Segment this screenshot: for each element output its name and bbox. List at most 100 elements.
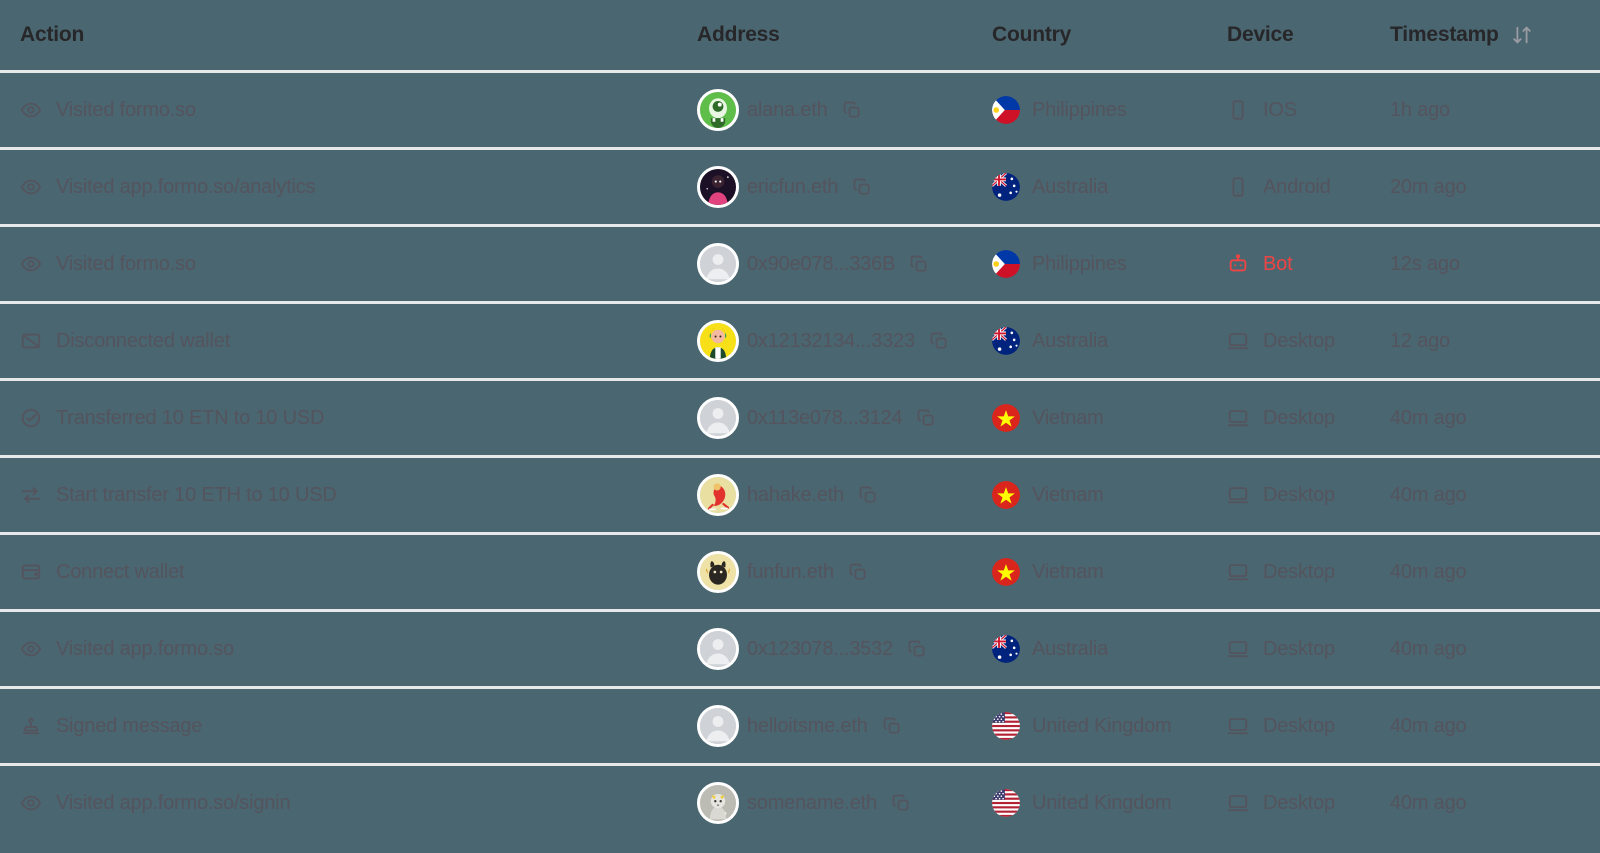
yellow-character-avatar [697,320,739,362]
table-row[interactable]: Visited formo.so alana.eth Philippines IOS 1… [0,70,1600,147]
wallet-icon [20,561,42,583]
device-label: Desktop [1263,483,1335,506]
country-label: Australia [1032,329,1109,352]
table-row[interactable]: Visited app.formo.so 0x123078...3532 Austr… [0,609,1600,686]
device-label: Bot [1263,252,1293,275]
robot-icon [1227,253,1249,275]
smartphone-icon [1227,99,1249,121]
action-label: Visited app.formo.so/analytics [56,175,316,198]
smartphone-icon [1227,176,1249,198]
timestamp-label: 12 ago [1390,329,1450,352]
table-row[interactable]: Visited app.formo.so/signin somename.eth U… [0,763,1600,840]
country-label: Australia [1032,637,1109,660]
table-row[interactable]: Signed message helloitsme.eth United Kingd… [0,686,1600,763]
copy-icon[interactable] [842,100,862,120]
cell-country: Philippines [992,250,1227,278]
column-header-device[interactable]: Device [1227,23,1390,47]
cell-timestamp: 20m ago [1390,176,1600,199]
cell-action: Connect wallet [0,561,697,584]
table-row[interactable]: Visited app.formo.so/analytics ericfun.et… [0,147,1600,224]
country-label: Vietnam [1032,406,1104,429]
copy-icon[interactable] [848,562,868,582]
vietnam-flag-icon [992,404,1020,432]
timestamp-label: 40m ago [1390,406,1467,429]
column-header-country-label: Country [992,23,1072,46]
address-label: hahake.eth [747,483,844,506]
wallet-slash-icon [20,330,42,352]
cell-country: Philippines [992,96,1227,124]
sort-arrows-icon[interactable] [1511,24,1533,46]
monitor-icon [1227,792,1249,814]
device-label: Desktop [1263,714,1335,737]
cell-device: Desktop [1227,407,1390,430]
gray-animal-avatar [697,782,739,824]
cell-timestamp: 40m ago [1390,792,1600,815]
address-label: 0x113e078...3124 [747,406,903,429]
table-row[interactable]: Visited formo.so 0x90e078...336B Philippin… [0,224,1600,301]
cell-device: Desktop [1227,792,1390,815]
timestamp-label: 40m ago [1390,791,1467,814]
address-label: helloitsme.eth [747,714,868,737]
table-row[interactable]: Disconnected wallet 0x12132134...3323 Aust… [0,301,1600,378]
table-row[interactable]: Start transfer 10 ETH to 10 USD hahake.et… [0,455,1600,532]
copy-icon[interactable] [909,254,929,274]
monitor-icon [1227,561,1249,583]
signature-stamp-icon [20,715,42,737]
country-label: Vietnam [1032,483,1104,506]
cell-country: United Kingdom [992,789,1227,817]
monitor-icon [1227,484,1249,506]
address-label: funfun.eth [747,560,834,583]
cell-action: Visited formo.so [0,99,697,122]
column-header-action[interactable]: Action [0,23,697,47]
monitor-icon [1227,715,1249,737]
device-label: IOS [1263,98,1297,121]
timestamp-label: 40m ago [1390,483,1467,506]
column-header-address[interactable]: Address [697,23,992,47]
cell-address: alana.eth [697,89,992,131]
country-label: Australia [1032,175,1109,198]
action-label: Visited formo.so [56,98,196,121]
cell-timestamp: 1h ago [1390,99,1600,122]
cell-address: funfun.eth [697,551,992,593]
cell-action: Visited app.formo.so [0,638,697,661]
column-header-timestamp[interactable]: Timestamp [1390,23,1600,47]
cell-device: Desktop [1227,561,1390,584]
monitor-icon [1227,407,1249,429]
copy-icon[interactable] [916,408,936,428]
default-person-avatar [697,705,739,747]
address-label: 0x90e078...336B [747,252,896,275]
timestamp-label: 12s ago [1390,252,1460,275]
device-label: Desktop [1263,560,1335,583]
copy-icon[interactable] [891,793,911,813]
monitor-icon [1227,638,1249,660]
table-row[interactable]: Connect wallet funfun.eth Vietnam Desktop 40… [0,532,1600,609]
cell-country: Vietnam [992,404,1227,432]
eye-icon [20,99,42,121]
cell-device: Desktop [1227,715,1390,738]
timestamp-label: 40m ago [1390,560,1467,583]
device-label: Desktop [1263,637,1335,660]
device-label: Desktop [1263,329,1335,352]
cell-timestamp: 12s ago [1390,253,1600,276]
pink-character-avatar [697,166,739,208]
column-header-country[interactable]: Country [992,23,1227,47]
country-label: United Kingdom [1032,714,1172,737]
australia-flag-icon [992,173,1020,201]
action-label: Disconnected wallet [56,329,231,352]
australia-flag-icon [992,327,1020,355]
copy-icon[interactable] [882,716,902,736]
copy-icon[interactable] [907,639,927,659]
copy-icon[interactable] [858,485,878,505]
country-label: Vietnam [1032,560,1104,583]
cell-action: Signed message [0,715,697,738]
table-row[interactable]: Transferred 10 ETN to 10 USD 0x113e078...… [0,378,1600,455]
copy-icon[interactable] [929,331,949,351]
cell-action: Start transfer 10 ETH to 10 USD [0,484,697,507]
cell-address: 0x12132134...3323 [697,320,992,362]
cell-device: IOS [1227,99,1390,122]
address-label: somename.eth [747,791,877,814]
philippines-flag-icon [992,96,1020,124]
table-header-row: Action Address Country Device Timestamp [0,0,1600,70]
address-label: alana.eth [747,98,828,121]
copy-icon[interactable] [852,177,872,197]
